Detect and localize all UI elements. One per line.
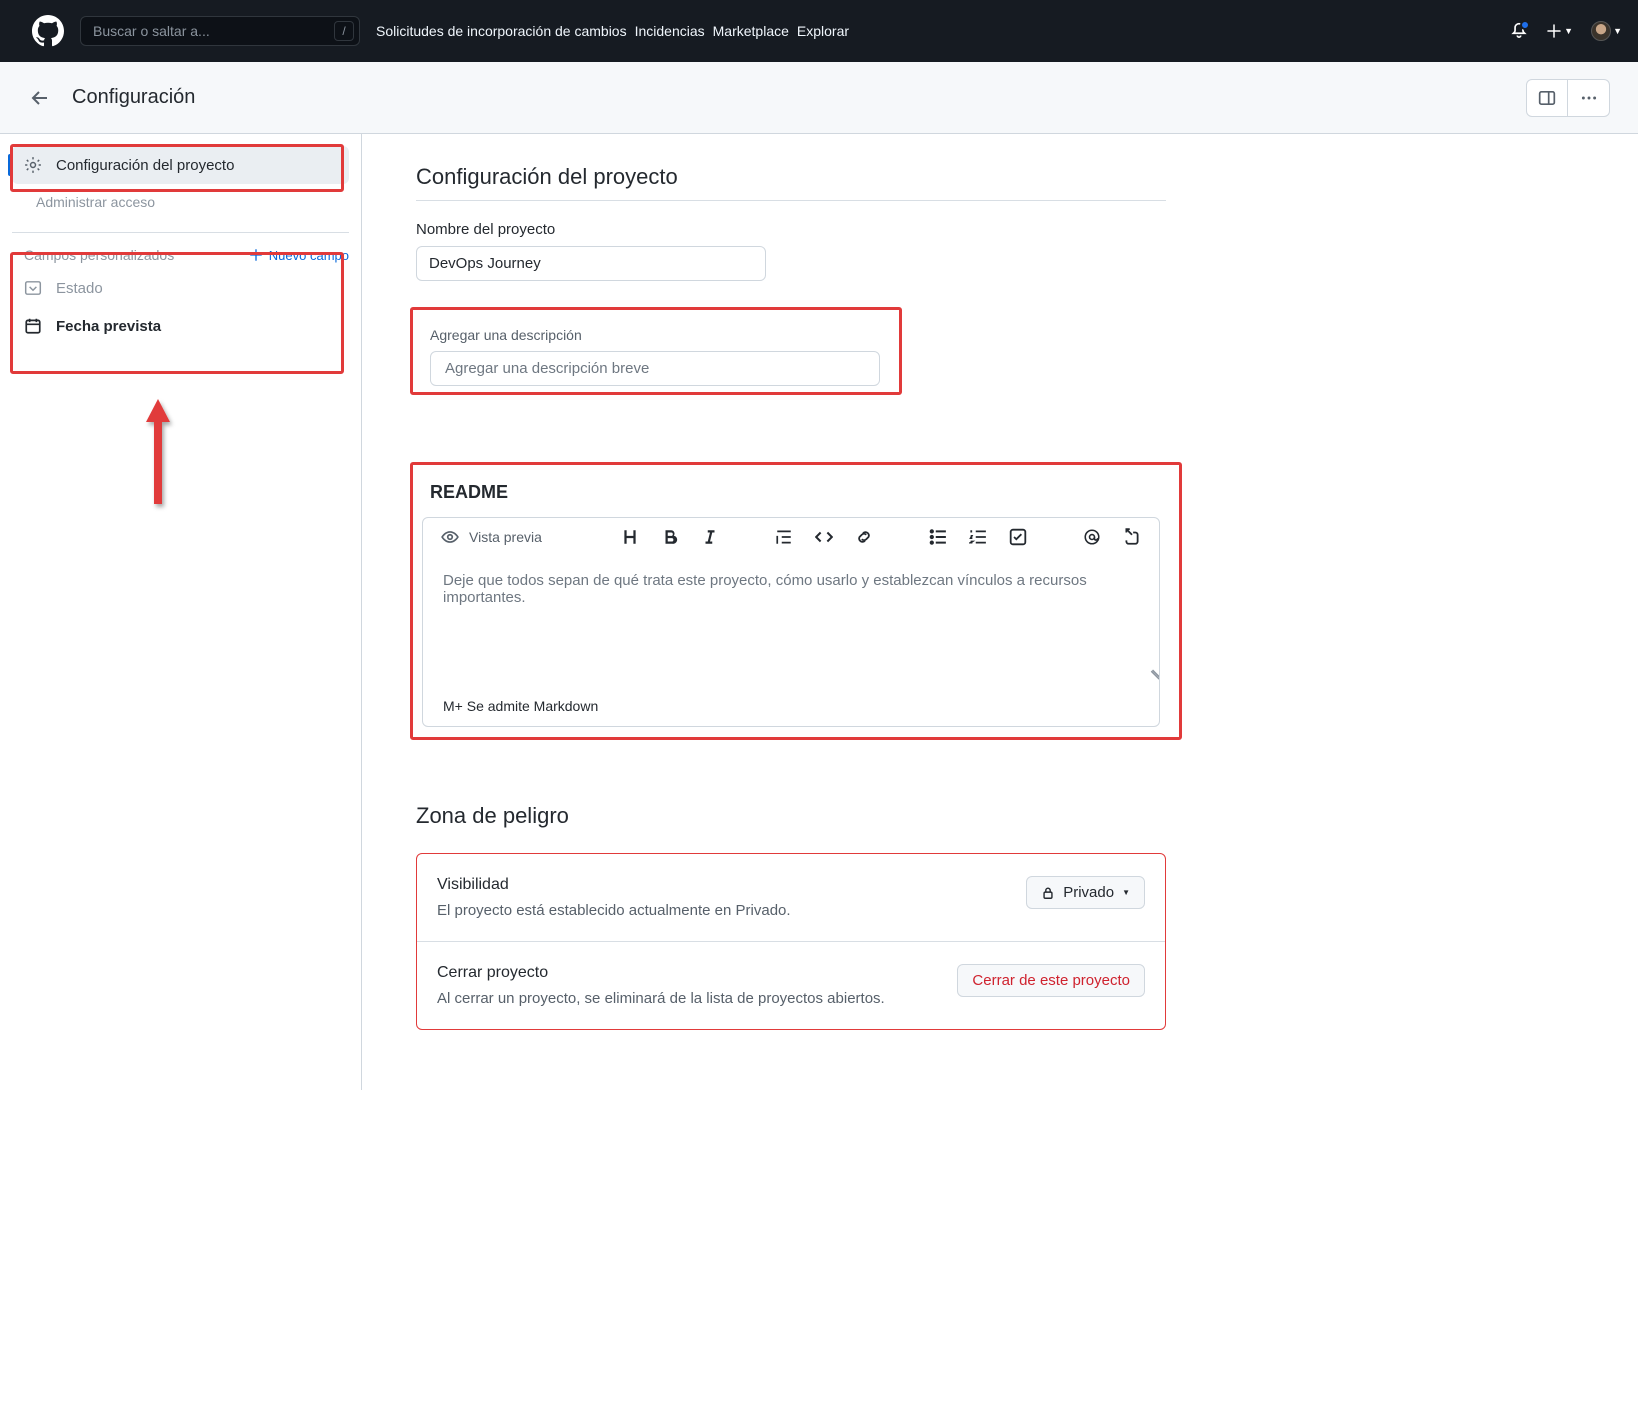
- sidebar-custom-fields-header: Campos personalizados: [24, 247, 174, 263]
- avatar: [1591, 21, 1611, 41]
- primary-nav: Solicitudes de incorporación de cambios …: [376, 23, 849, 39]
- visibility-title: Visibilidad: [437, 876, 791, 894]
- quote-icon[interactable]: [775, 528, 793, 546]
- single-select-icon: [24, 279, 42, 297]
- annotation-arrow-icon: [130, 384, 190, 514]
- sidebar-field-status[interactable]: Estado: [0, 269, 361, 307]
- sidebar-icon: [1538, 89, 1556, 107]
- unordered-list-icon[interactable]: [929, 528, 947, 546]
- create-menu-button[interactable]: ▼: [1546, 23, 1573, 39]
- plus-icon: [249, 248, 263, 262]
- project-name-input[interactable]: [416, 246, 766, 281]
- mention-icon[interactable]: [1083, 528, 1101, 546]
- nav-issues[interactable]: Incidencias: [635, 23, 705, 39]
- description-label: Agregar una descripción: [430, 327, 1152, 343]
- visibility-desc: El proyecto está establecido actualmente…: [437, 902, 791, 919]
- visibility-button[interactable]: Privado ▼: [1026, 876, 1145, 909]
- global-header: / Solicitudes de incorporación de cambio…: [0, 0, 1638, 62]
- calendar-icon: [24, 317, 42, 335]
- preview-button[interactable]: Vista previa: [441, 528, 542, 546]
- readme-editor: Vista previa: [422, 517, 1160, 727]
- danger-zone: Visibilidad El proyecto está establecido…: [416, 853, 1166, 1030]
- notifications-button[interactable]: [1510, 22, 1528, 40]
- caret-down-icon: ▼: [1564, 26, 1573, 36]
- tasklist-icon[interactable]: [1009, 528, 1027, 546]
- nav-explore[interactable]: Explorar: [797, 23, 849, 39]
- italic-icon[interactable]: [701, 528, 719, 546]
- sidebar-item-label: Configuración del proyecto: [56, 157, 234, 174]
- more-menu-button[interactable]: [1568, 79, 1610, 117]
- plus-icon: [1546, 23, 1562, 39]
- kebab-icon: [1580, 89, 1598, 107]
- header-right: ▼ ▼: [1510, 21, 1622, 41]
- code-icon[interactable]: [815, 528, 833, 546]
- page-bar: Configuración: [0, 62, 1638, 134]
- page-title: Configuración: [72, 86, 195, 109]
- caret-down-icon: ▼: [1122, 888, 1130, 897]
- description-input[interactable]: [430, 351, 880, 386]
- danger-zone-title: Zona de peligro: [416, 803, 1166, 829]
- panel-toggle-button[interactable]: [1526, 79, 1568, 117]
- github-logo-icon[interactable]: [32, 15, 64, 47]
- main-content: Configuración del proyecto Nombre del pr…: [362, 134, 1638, 1090]
- readme-placeholder: Deje que todos sepan de qué trata este p…: [443, 572, 1087, 606]
- editor-toolbar: Vista previa: [423, 518, 1159, 556]
- nav-pull-requests[interactable]: Solicitudes de incorporación de cambios: [376, 23, 627, 39]
- nav-marketplace[interactable]: Marketplace: [713, 23, 789, 39]
- search-slash-hint: /: [334, 21, 354, 41]
- new-field-button[interactable]: Nuevo campo: [249, 248, 349, 263]
- caret-down-icon: ▼: [1613, 26, 1622, 36]
- link-icon[interactable]: [855, 528, 873, 546]
- readme-textarea[interactable]: Deje que todos sepan de qué trata este p…: [423, 556, 1159, 686]
- ordered-list-icon[interactable]: [969, 528, 987, 546]
- sidebar-field-date[interactable]: Fecha prevista: [0, 307, 361, 345]
- project-name-label: Nombre del proyecto: [416, 221, 1166, 238]
- visibility-button-label: Privado: [1063, 884, 1114, 901]
- new-field-label: Nuevo campo: [269, 248, 349, 263]
- field-label: Estado: [56, 280, 103, 297]
- section-title: Configuración del proyecto: [416, 164, 1166, 201]
- heading-icon[interactable]: [621, 528, 639, 546]
- eye-icon: [441, 528, 459, 546]
- resize-handle-icon[interactable]: ||: [1148, 669, 1160, 681]
- settings-sidebar: Configuración del proyecto Administrar a…: [0, 134, 362, 1090]
- field-label: Fecha prevista: [56, 318, 161, 335]
- global-search: /: [80, 16, 360, 46]
- cross-reference-icon[interactable]: [1123, 528, 1141, 546]
- gear-icon: [24, 156, 42, 174]
- sidebar-item-manage-access[interactable]: Administrar acceso: [12, 184, 349, 220]
- bold-icon[interactable]: [661, 528, 679, 546]
- lock-icon: [1041, 886, 1055, 900]
- back-button[interactable]: [28, 86, 52, 110]
- user-menu-button[interactable]: ▼: [1591, 21, 1622, 41]
- close-project-desc: Al cerrar un proyecto, se eliminará de l…: [437, 990, 885, 1007]
- readme-title: README: [430, 482, 1160, 503]
- sidebar-item-project-settings[interactable]: Configuración del proyecto: [12, 146, 349, 184]
- notification-dot-icon: [1520, 20, 1530, 30]
- markdown-supported-note: M+ Se admite Markdown: [423, 686, 1159, 726]
- preview-label: Vista previa: [469, 529, 542, 545]
- close-project-button[interactable]: Cerrar de este proyecto: [957, 964, 1145, 997]
- close-project-title: Cerrar proyecto: [437, 964, 885, 982]
- search-input[interactable]: [80, 16, 360, 46]
